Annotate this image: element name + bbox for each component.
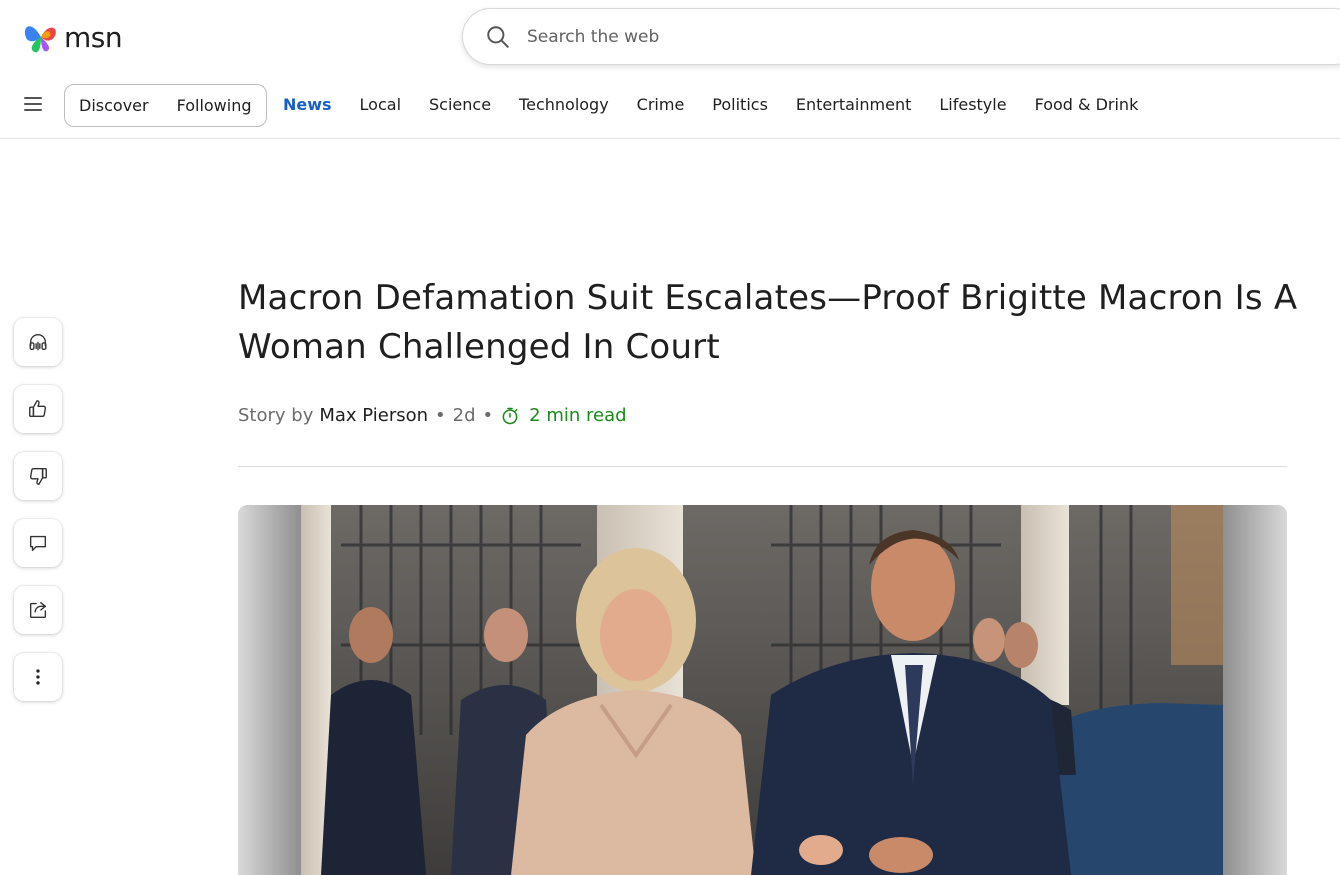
byline-divider (238, 466, 1287, 467)
nav-item-news[interactable]: News (283, 95, 332, 114)
nav-item-politics[interactable]: Politics (712, 95, 768, 114)
article-byline: Story by Max Pierson • 2d • 2 min read (238, 405, 627, 426)
top-nav: Discover Following News Local Science Te… (0, 71, 1340, 139)
more-options-button[interactable] (14, 653, 62, 701)
thumbs-down-icon (29, 467, 47, 485)
share-button[interactable] (14, 586, 62, 634)
share-icon (29, 601, 47, 619)
msn-logo[interactable]: msn (22, 18, 123, 56)
dislike-button[interactable] (14, 452, 62, 500)
nav-item-food-drink[interactable]: Food & Drink (1035, 95, 1139, 114)
comment-icon (29, 535, 47, 552)
nav-item-lifestyle[interactable]: Lifestyle (939, 95, 1006, 114)
hamburger-menu-icon[interactable] (24, 97, 42, 111)
article-title: Macron Defamation Suit Escalates—Proof B… (238, 278, 1298, 367)
timer-icon (502, 407, 518, 424)
tab-discover[interactable]: Discover (79, 96, 149, 115)
separator-dot: • (435, 405, 446, 426)
nav-item-technology[interactable]: Technology (519, 95, 609, 114)
tab-following[interactable]: Following (177, 96, 252, 115)
article-hero-image[interactable] (238, 505, 1287, 875)
like-button[interactable] (14, 385, 62, 433)
nav-item-local[interactable]: Local (360, 95, 401, 114)
more-icon (36, 669, 40, 685)
logo-text: msn (64, 20, 123, 54)
search-icon (487, 25, 509, 48)
search-box[interactable] (462, 8, 1340, 65)
butterfly-logo-icon (24, 26, 56, 53)
nav-item-crime[interactable]: Crime (637, 95, 685, 114)
read-time: 2 min read (529, 405, 627, 426)
nav-item-entertainment[interactable]: Entertainment (796, 95, 911, 114)
image-letterbox-right (1223, 505, 1287, 875)
headphones-icon (29, 334, 47, 351)
comment-button[interactable] (14, 519, 62, 567)
byline-prefix: Story by (238, 405, 314, 426)
hero-photo (301, 505, 1223, 875)
feed-toggle: Discover Following (64, 84, 267, 127)
category-nav: News Local Science Technology Crime Poli… (283, 95, 1138, 114)
article-age: 2d (452, 405, 476, 426)
separator-dot: • (482, 405, 494, 426)
search-input[interactable] (527, 26, 1127, 47)
listen-button[interactable] (14, 318, 62, 366)
image-letterbox-left (238, 505, 301, 875)
thumbs-up-icon (29, 400, 47, 418)
author-link[interactable]: Max Pierson (319, 405, 428, 426)
article-action-rail (14, 318, 62, 701)
nav-item-science[interactable]: Science (429, 95, 491, 114)
